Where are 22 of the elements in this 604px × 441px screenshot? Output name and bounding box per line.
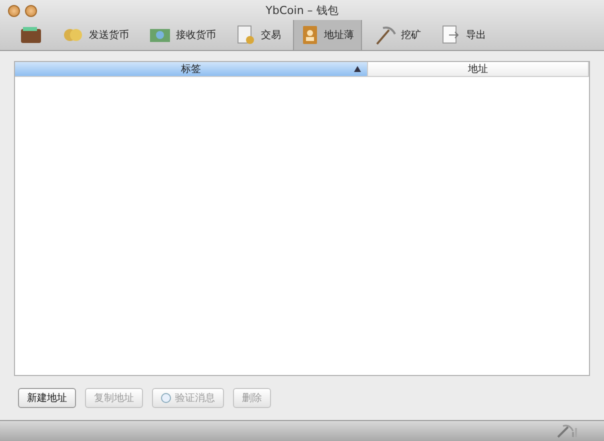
toolbar-tab[interactable]: 导出 (433, 20, 494, 50)
help-icon (161, 393, 171, 403)
toolbar-tab[interactable]: 接收货币 (141, 20, 224, 50)
address-book-icon (301, 25, 319, 45)
sort-arrow-icon (354, 66, 361, 72)
action-button[interactable]: 新建地址 (18, 388, 76, 408)
document-icon (236, 25, 256, 45)
pickaxe-icon (556, 424, 578, 438)
pickaxe-icon (374, 25, 396, 45)
column-header[interactable]: 标签 (15, 62, 368, 76)
toolbar-tab[interactable]: 挖矿 (366, 20, 429, 50)
export-document-icon (441, 25, 461, 45)
toolbar-tab[interactable]: 发送货币 (54, 20, 137, 50)
close-button[interactable] (8, 5, 20, 17)
coins-icon (62, 26, 84, 44)
window-title: YbCoin – 钱包 (266, 2, 338, 18)
wallet-icon (20, 26, 42, 44)
toolbar-tab[interactable]: 地址薄 (293, 20, 362, 50)
banknote-icon (149, 26, 171, 44)
toolbar-tab[interactable]: 交易 (228, 20, 289, 50)
minimize-button[interactable] (25, 5, 37, 17)
column-header[interactable]: 地址 (368, 62, 589, 76)
